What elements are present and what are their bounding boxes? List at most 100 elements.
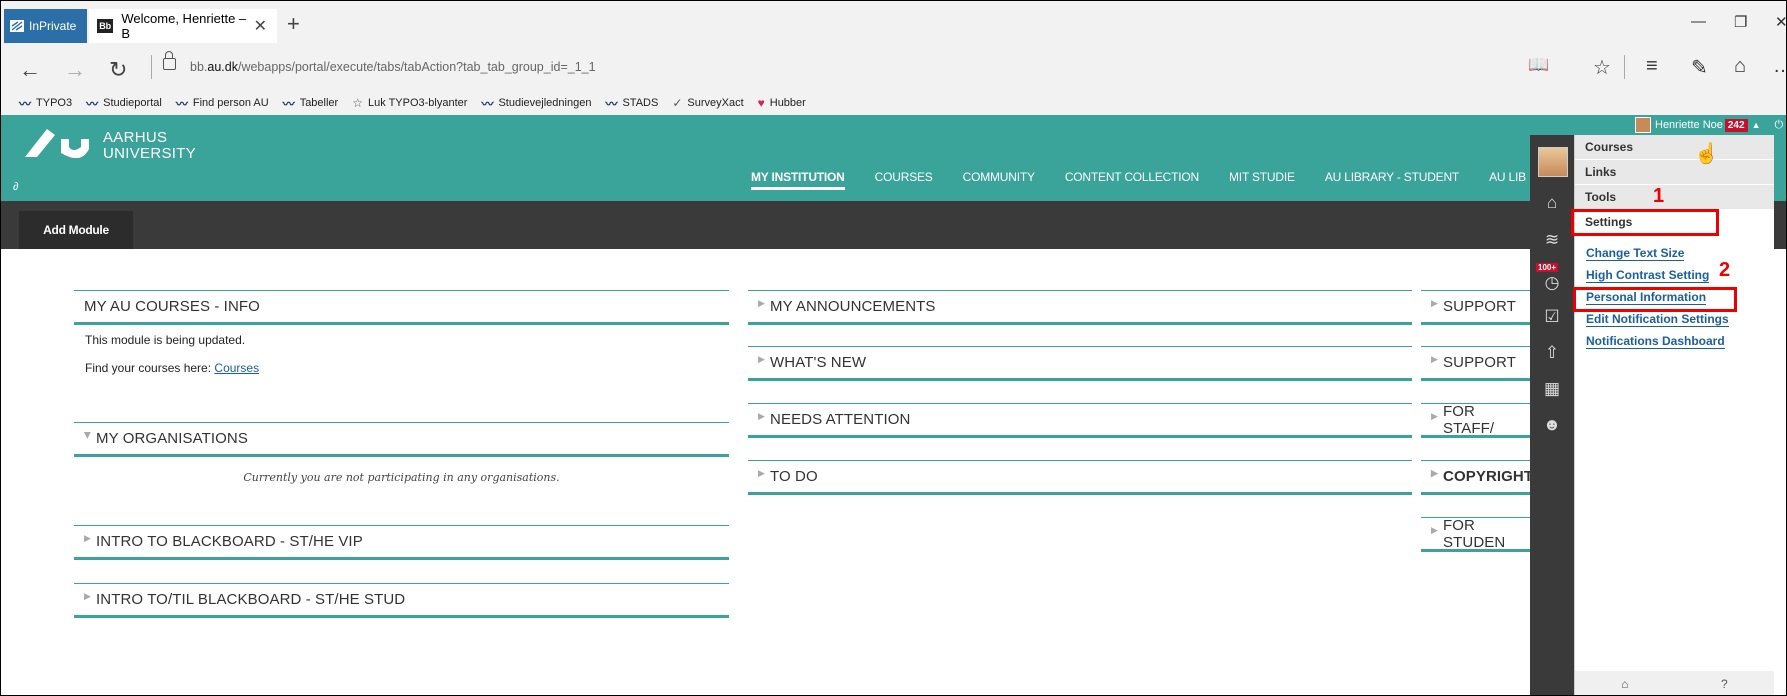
hubber-icon: ♥ <box>757 96 765 110</box>
module-support-2: ▶ SUPPORT <box>1421 346 1530 381</box>
favorite-surveyxact[interactable]: ✓ SurveyXact <box>672 96 743 110</box>
refresh-icon[interactable]: ↻ <box>109 57 127 83</box>
nav-community[interactable]: COMMUNITY <box>963 170 1035 190</box>
favorite-luk-typo3[interactable]: ☆ Luk TYPO3-blyanter <box>352 96 467 110</box>
module-needs-attention: ▶ NEEDS ATTENTION <box>748 403 1412 438</box>
menu-home-icon[interactable]: ⌂ <box>1621 677 1628 691</box>
favorite-typo3[interactable]: 〰 TYPO3 <box>19 95 72 112</box>
module-title[interactable]: ▶ INTRO TO BLACKBOARD - ST/HE VIP <box>74 526 729 560</box>
collapse-triangle-icon: ▶ <box>1431 410 1439 421</box>
favorite-find-person[interactable]: 〰 Find person AU <box>176 95 269 112</box>
au-wave-icon: 〰 <box>481 96 494 111</box>
user-menu[interactable]: Henriette Noe 242 ▲ ⏻ <box>1635 117 1783 133</box>
module-title[interactable]: ▶ TO DO <box>748 461 1412 495</box>
nav-mit-studie[interactable]: MIT STUDIE <box>1229 170 1295 190</box>
menu-item-tools[interactable]: Tools <box>1575 185 1774 210</box>
module-title[interactable]: ▶ MY ANNOUNCEMENTS <box>748 291 1412 325</box>
help-icon[interactable]: ? <box>1721 677 1728 691</box>
setting-change-text-size[interactable]: Change Text Size <box>1575 243 1774 265</box>
add-module-button[interactable]: Add Module <box>19 211 133 249</box>
module-title[interactable]: ▶ MY ORGANISATIONS <box>74 423 729 457</box>
au-wave-icon: 〰 <box>19 96 32 111</box>
back-arrow-icon[interactable]: ← <box>19 57 41 83</box>
blackboard-favicon-icon: Bb <box>97 19 114 33</box>
url-field[interactable]: bb.au.dk/webapps/portal/execute/tabs/tab… <box>190 60 596 74</box>
courses-link[interactable]: Courses <box>214 361 259 375</box>
web-note-icon[interactable]: ✎ <box>1691 55 1708 80</box>
setting-notifications-dashboard[interactable]: Notifications Dashboard <box>1575 331 1774 353</box>
caret-up-icon: ▲ <box>1751 120 1761 130</box>
close-tab-icon[interactable]: ✕ <box>254 16 267 36</box>
module-title[interactable]: ▶ WHAT'S NEW <box>748 347 1412 381</box>
menu-item-links[interactable]: Links <box>1575 160 1774 185</box>
module-title[interactable]: ▶ FOR STUDEN <box>1421 517 1530 552</box>
module-title[interactable]: ▶ NEEDS ATTENTION <box>748 404 1412 438</box>
empty-message: Currently you are not participating in a… <box>243 471 560 484</box>
module-title[interactable]: ▶ SUPPORT <box>1421 291 1530 325</box>
module-title[interactable]: ▶ INTRO TO/TIL BLACKBOARD - ST/HE STUD <box>74 584 729 618</box>
collapse-triangle-icon: ▶ <box>84 532 92 543</box>
module-title[interactable]: MY AU COURSES - INFO <box>74 291 729 325</box>
module-for-students: ▶ FOR STUDEN <box>1421 517 1530 552</box>
clock-icon[interactable]: ◷ <box>1542 273 1562 293</box>
setting-high-contrast[interactable]: High Contrast Setting <box>1575 265 1774 287</box>
share-icon[interactable]: ⌂ <box>1734 55 1746 78</box>
module-title[interactable]: ▶ SUPPORT <box>1421 347 1530 381</box>
expand-triangle-icon: ▶ <box>83 431 94 439</box>
inprivate-badge: InPrivate <box>4 9 87 43</box>
au-logo[interactable]: AARHUS UNIVERSITY <box>23 125 196 162</box>
tab-title: Welcome, Henriette – B <box>121 11 247 41</box>
nav-my-institution[interactable]: MY INSTITUTION <box>751 170 845 190</box>
nav-au-library-student[interactable]: AU LIBRARY - STUDENT <box>1325 170 1459 190</box>
collapse-triangle-icon: ▶ <box>758 297 766 308</box>
updates-icon[interactable]: ≋ <box>1542 230 1562 250</box>
module-title[interactable]: ▶ COPYRIGHT <box>1421 461 1533 495</box>
home-icon[interactable]: ⌂ <box>1542 193 1562 213</box>
address-bar: ← → ↻ bb.au.dk/webapps/portal/execute/ta… <box>1 46 1786 91</box>
favorite-tabeller[interactable]: 〰 Tabeller <box>283 95 339 112</box>
check-icon: ✓ <box>672 96 683 110</box>
minimize-icon[interactable]: — <box>1691 13 1706 30</box>
profile-avatar[interactable] <box>1538 147 1568 177</box>
site-header: AARHUS UNIVERSITY ∂ MY INSTITUTION COURS… <box>1 115 1786 201</box>
favorites-bar: 〰 TYPO3 〰 Studieportal 〰 Find person AU 〰 Ta… <box>1 91 1786 115</box>
forward-arrow-icon[interactable]: → <box>64 57 86 83</box>
favorite-studieportal[interactable]: 〰 Studieportal <box>86 95 162 112</box>
university-name: AARHUS UNIVERSITY <box>103 129 197 162</box>
module-for-staff: ▶ FOR STAFF/ <box>1421 403 1530 438</box>
smiley-icon[interactable]: ☻ <box>1542 415 1562 435</box>
reading-view-icon[interactable]: 📖 <box>1528 55 1549 75</box>
collapse-triangle-icon: ▶ <box>1431 353 1439 364</box>
close-window-icon[interactable]: ✕ <box>1775 13 1786 31</box>
favorite-studievejledningen[interactable]: 〰 Studievejledningen <box>481 95 591 112</box>
module-intro-blackboard-vip: ▶ INTRO TO BLACKBOARD - ST/HE VIP <box>74 525 729 560</box>
restore-icon[interactable]: ❐ <box>1734 13 1747 31</box>
setting-edit-notifications[interactable]: Edit Notification Settings <box>1575 309 1774 331</box>
module-support: ▶ SUPPORT <box>1421 290 1530 325</box>
upload-icon[interactable]: ⇧ <box>1542 343 1562 363</box>
nav-content-collection[interactable]: CONTENT COLLECTION <box>1065 170 1199 190</box>
nav-au-lib[interactable]: AU LIB <box>1489 170 1526 190</box>
module-to-do: ▶ TO DO <box>748 460 1412 495</box>
module-intro-blackboard-stud: ▶ INTRO TO/TIL BLACKBOARD - ST/HE STUD <box>74 583 729 618</box>
favorite-stads[interactable]: 〰 STADS <box>605 95 658 112</box>
module-title[interactable]: ▶ FOR STAFF/ <box>1421 403 1530 438</box>
calendar-icon[interactable]: ▦ <box>1542 379 1562 399</box>
logout-icon[interactable]: ⏻ <box>1774 119 1783 132</box>
module-my-organisations: ▶ MY ORGANISATIONS Currently you are not … <box>74 422 729 504</box>
new-tab-button[interactable]: + <box>287 11 300 37</box>
collapse-triangle-icon: ▶ <box>758 467 766 478</box>
menu-item-courses[interactable]: Courses <box>1575 135 1774 160</box>
lock-icon <box>163 51 176 70</box>
user-name: Henriette Noe <box>1655 119 1723 131</box>
favorites-star-icon[interactable]: ☆ <box>1593 55 1611 80</box>
nav-courses[interactable]: COURSES <box>875 170 933 190</box>
url-prefix: bb. <box>190 60 208 74</box>
annotation-1: 1 <box>1653 185 1665 207</box>
updates-badge: 100+ <box>1536 263 1559 272</box>
grades-icon[interactable]: ☑ <box>1542 307 1562 327</box>
browser-tab[interactable]: Bb Welcome, Henriette – B ✕ <box>89 9 277 43</box>
hub-icon[interactable]: ≡ <box>1646 55 1658 78</box>
more-icon[interactable]: … <box>1773 55 1786 78</box>
favorite-hubber[interactable]: ♥ Hubber <box>758 96 806 110</box>
